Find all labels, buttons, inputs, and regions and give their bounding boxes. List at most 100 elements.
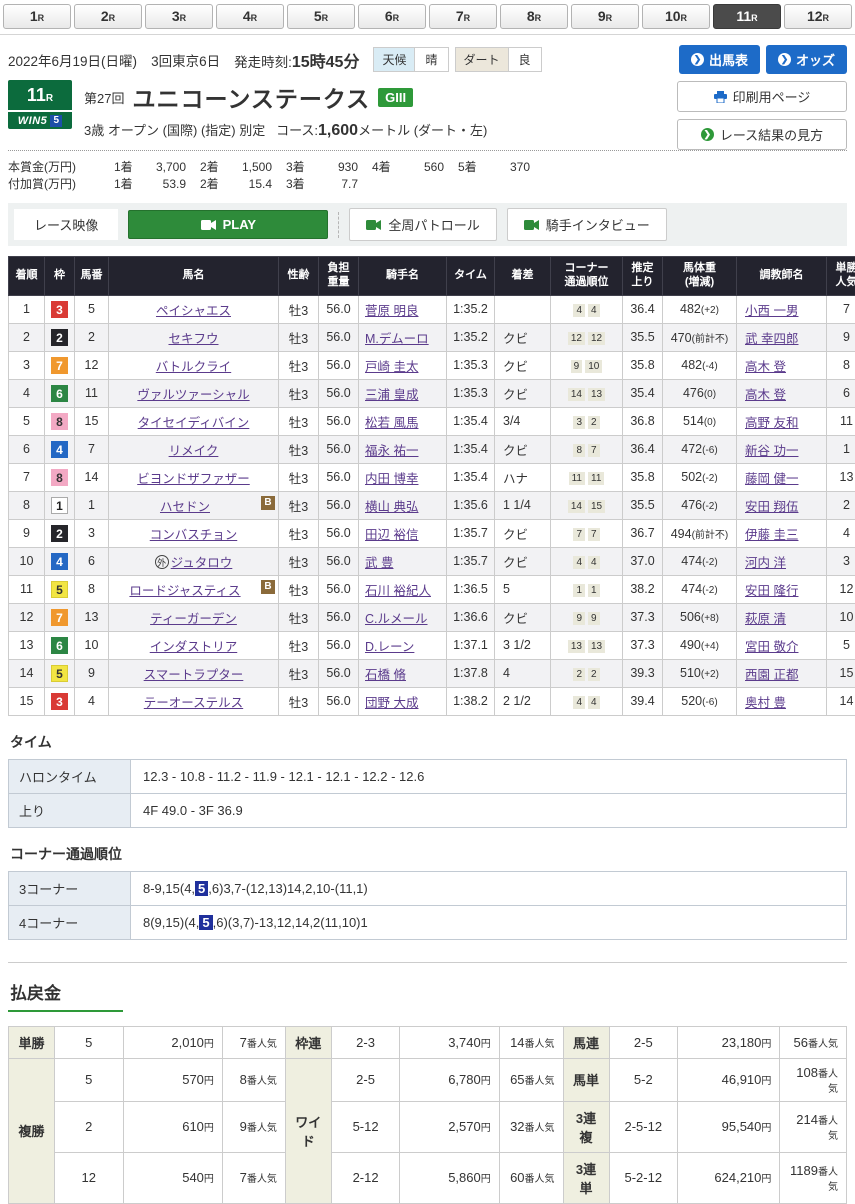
patrol-video-button[interactable]: 全周パトロール [349,208,496,241]
body-weight-diff: (+2) [701,305,719,316]
race-tab-6r[interactable]: 6R [358,4,426,29]
cell-trainer: 武 幸四郎 [737,323,827,351]
cell-last3f: 35.4 [623,379,663,407]
jockey-link[interactable]: 福永 祐一 [365,444,418,458]
jockey-link[interactable]: 武 豊 [365,556,393,570]
payout-combination: 5 [54,1026,123,1058]
prize-rank-label: 2着 [190,176,224,193]
corner-position-number: 2 [573,668,585,681]
jockey-link[interactable]: C.ルメール [365,612,428,626]
prize-pair: 1着3,700 [104,159,190,176]
race-tab-4r[interactable]: 4R [216,4,284,29]
corner-position-number: 13 [588,388,605,401]
horse-link[interactable]: タイセイディバイン [138,416,250,430]
extra-prize-label: 付加賞(万円) [8,176,104,193]
jockey-link[interactable]: 横山 典弘 [365,500,418,514]
popularity-suffix: 番人気 [247,1039,277,1050]
trainer-link[interactable]: 新谷 功一 [745,444,798,458]
body-weight-diff: (前計不) [692,530,729,541]
jockey-interview-button[interactable]: 騎手インタビュー [507,208,667,241]
cell-frame: 2 [45,323,75,351]
race-tab-3r[interactable]: 3R [145,4,213,29]
trainer-link[interactable]: 奥村 豊 [745,696,786,710]
cell-horse-number: 6 [75,547,109,575]
jockey-link[interactable]: 石川 裕紀人 [365,584,431,598]
result-guide-button[interactable]: ❯レース結果の見方 [677,119,847,150]
jockey-link[interactable]: 内田 博幸 [365,472,418,486]
trainer-link[interactable]: 藤岡 健一 [745,472,798,486]
cell-frame: 3 [45,687,75,715]
race-tab-10r[interactable]: 10R [642,4,710,29]
corner-position-number: 7 [573,528,585,541]
play-button[interactable]: PLAY [128,210,328,239]
trainer-link[interactable]: 宮田 敬介 [745,640,798,654]
prize-value: 930 [310,159,362,176]
print-page-button[interactable]: 印刷用ページ [677,81,847,112]
horse-link[interactable]: ハセドン [160,500,210,514]
odds-button[interactable]: ❯オッズ [766,45,847,74]
jockey-link[interactable]: 三浦 皇成 [365,388,418,402]
race-tab-1r[interactable]: 1R [3,4,71,29]
shutsuba-button-label: 出馬表 [709,50,748,69]
horse-link[interactable]: コンバスチョン [150,528,238,542]
trainer-link[interactable]: 高木 登 [745,388,786,402]
race-tab-12r[interactable]: 12R [784,4,852,29]
trainer-link[interactable]: 萩原 清 [745,612,786,626]
race-tab-suffix: R [322,13,329,23]
payout-row: 複勝5570円8番人気ワイド2-56,780円65番人気馬単5-246,910円… [9,1058,847,1101]
payout-amount: 610円 [123,1101,222,1152]
trainer-link[interactable]: 高木 登 [745,360,786,374]
jockey-link[interactable]: 松若 風馬 [365,416,418,430]
payout-combination: 2-5 [609,1026,678,1058]
trainer-link[interactable]: 武 幸四郎 [745,332,798,346]
trainer-link[interactable]: 西園 正都 [745,668,798,682]
race-tab-2r[interactable]: 2R [74,4,142,29]
trainer-link[interactable]: 安田 翔伍 [745,500,798,514]
frame-number-box: 3 [51,301,68,318]
payout-popularity: 60番人気 [499,1152,563,1203]
start-time-wrap: 発走時刻:15時45分 [234,48,359,72]
corner-position-number: 1 [573,584,585,597]
prize-value: 7.7 [310,176,362,193]
cell-margin: クビ [495,351,551,379]
shutsuba-button[interactable]: ❯出馬表 [679,45,760,74]
trainer-link[interactable]: 河内 洋 [745,556,786,570]
cell-frame: 1 [45,491,75,519]
horse-link[interactable]: インダストリア [150,640,238,654]
horse-link[interactable]: セキフウ [168,332,218,346]
race-tab-11r[interactable]: 11R [713,4,781,29]
jockey-link[interactable]: 戸崎 圭太 [365,360,418,374]
race-tab-7r[interactable]: 7R [429,4,497,29]
cell-frame: 3 [45,295,75,323]
jockey-link[interactable]: 石橋 脩 [365,668,406,682]
trainer-link[interactable]: 伊藤 圭三 [745,528,798,542]
horse-link[interactable]: リメイク [169,444,219,458]
race-tab-9r[interactable]: 9R [571,4,639,29]
horse-link[interactable]: テーオーステルス [144,696,243,710]
trainer-link[interactable]: 高野 友和 [745,416,798,430]
yen-suffix: 円 [204,1076,214,1087]
trainer-link[interactable]: 小西 一男 [745,304,798,318]
horse-link[interactable]: スマートラプター [144,668,244,682]
jockey-link[interactable]: M.デムーロ [365,332,429,346]
jockey-link[interactable]: 菅原 明良 [365,304,418,318]
horse-link[interactable]: ペイシャエス [156,304,231,318]
race-tab-8r[interactable]: 8R [500,4,568,29]
horse-link[interactable]: ヴァルツァーシャル [137,388,249,402]
horse-link[interactable]: バトルクライ [156,360,231,374]
jockey-link[interactable]: 田辺 裕信 [365,528,418,542]
jockey-link[interactable]: 団野 大成 [365,696,418,710]
horse-link[interactable]: ティーガーデン [150,612,237,626]
payout-combination: 5-2 [609,1058,678,1101]
race-conditions-text: 3歳 オープン (国際) (指定) 別定 [84,123,265,138]
cell-corner-positions: 44 [551,547,623,575]
horse-link[interactable]: ビヨンドザファザー [137,472,250,486]
horse-link[interactable]: ジュタロウ [171,556,233,570]
jockey-link[interactable]: D.レーン [365,640,414,654]
popularity-suffix: 番人気 [818,1069,838,1095]
cell-body-weight: 472(-6) [663,435,737,463]
trainer-link[interactable]: 安田 隆行 [745,584,798,598]
payout-section: 払戻金 単勝52,010円7番人気枠連2-33,740円14番人気馬連2-523… [8,962,847,1204]
horse-link[interactable]: ロードジャスティス [129,584,240,598]
race-tab-5r[interactable]: 5R [287,4,355,29]
